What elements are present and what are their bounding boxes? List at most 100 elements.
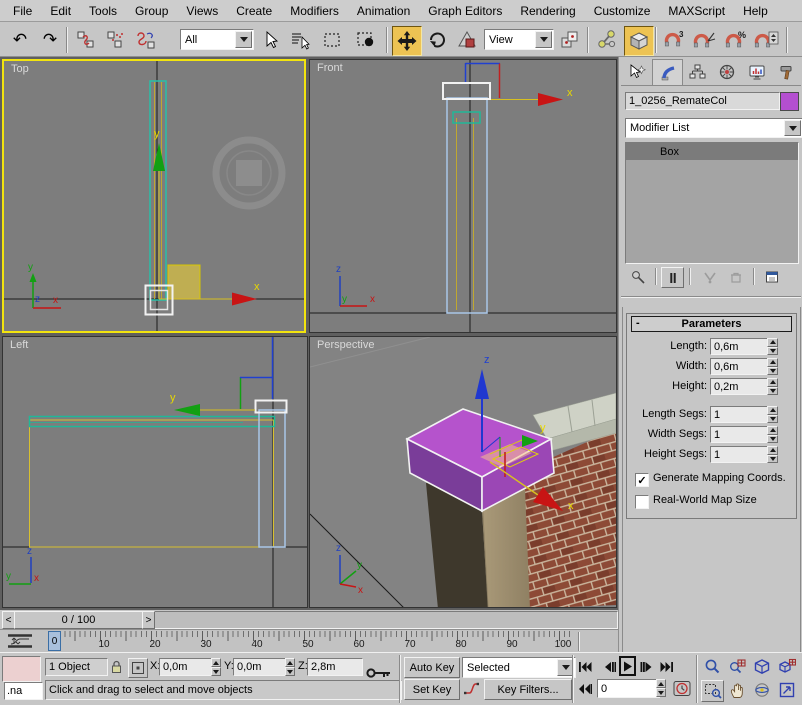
window-crossing-toggle-icon[interactable] [352, 26, 380, 54]
tab-motion[interactable] [712, 59, 741, 84]
rollout-collapse-icon[interactable]: - [636, 317, 640, 329]
go-to-end-icon[interactable] [658, 657, 676, 676]
menu-help[interactable]: Help [734, 2, 777, 20]
move-gizmo-front[interactable]: x [491, 87, 573, 106]
y-coordinate-field[interactable]: 0,0m [233, 658, 289, 676]
object-color-swatch[interactable] [780, 92, 799, 111]
top-viewport-canvas[interactable]: y x y z x [4, 61, 304, 331]
absolute-mode-transform-icon[interactable] [128, 658, 148, 678]
set-key-button[interactable]: Set Key [404, 679, 460, 700]
current-frame-marker[interactable]: 0 [48, 631, 61, 651]
spinner-snap-toggle-icon[interactable] [752, 26, 780, 54]
x-coordinate-field[interactable]: 0,0m [159, 658, 215, 676]
pan-view-icon[interactable] [726, 680, 747, 700]
tab-utilities[interactable] [772, 59, 801, 84]
front-viewport-canvas[interactable]: x z y x [310, 60, 616, 332]
chevron-down-icon[interactable] [235, 31, 252, 48]
width-spinner[interactable] [767, 358, 778, 375]
object-name-field[interactable]: 1_0256_RemateCol [625, 92, 780, 110]
length-field[interactable]: 0,6m [710, 338, 769, 355]
menu-create[interactable]: Create [227, 2, 281, 20]
track-bar[interactable]: 0 10 20 30 40 50 60 70 80 90 100 0 [0, 629, 618, 652]
select-and-scale-icon[interactable] [453, 26, 481, 54]
select-and-rotate-icon[interactable] [423, 26, 451, 54]
configure-modifier-sets-icon[interactable] [761, 267, 782, 286]
pin-stack-icon[interactable] [627, 267, 648, 286]
viewport-top[interactable]: y x y z x Top [2, 59, 306, 333]
menu-rendering[interactable]: Rendering [511, 2, 584, 20]
bind-to-space-warp-icon[interactable] [132, 26, 160, 54]
time-slider-handle[interactable]: 0 / 100 [14, 611, 143, 629]
height-field[interactable]: 0,2m [710, 378, 769, 395]
zoom-extents-all-icon[interactable] [776, 657, 797, 677]
percent-snap-toggle-icon[interactable]: % [722, 26, 750, 54]
left-viewport-canvas[interactable]: y z y x [3, 337, 307, 607]
viewport-perspective-label[interactable]: Perspective [317, 339, 374, 351]
go-to-start-icon[interactable] [576, 657, 594, 676]
reference-coordinate-dropdown[interactable]: View [484, 29, 554, 50]
menu-customize[interactable]: Customize [585, 2, 660, 20]
parameters-rollout-header[interactable]: - Parameters [631, 316, 792, 332]
menu-tools[interactable]: Tools [80, 2, 126, 20]
selection-set-dropdown[interactable]: Selected [462, 657, 576, 678]
undo-icon[interactable]: ↶ [6, 26, 34, 54]
height-segs-spinner[interactable] [767, 446, 778, 463]
selection-filter-dropdown[interactable]: All [180, 29, 254, 50]
select-and-manipulate-icon[interactable] [593, 26, 621, 54]
x-spinner[interactable] [211, 658, 221, 676]
perspective-viewport-canvas[interactable]: z y x z y x [310, 337, 616, 607]
redo-icon[interactable]: ↷ [36, 26, 64, 54]
tab-hierarchy[interactable] [682, 59, 711, 84]
key-filters-button[interactable]: Key Filters... [484, 679, 572, 700]
frame-spinner[interactable] [656, 679, 666, 697]
select-and-move-icon[interactable] [392, 26, 422, 56]
time-slider-next-button[interactable]: > [142, 611, 155, 629]
width-segs-spinner[interactable] [767, 426, 778, 443]
height-segs-field[interactable]: 1 [710, 446, 769, 463]
next-frame-icon[interactable] [638, 657, 655, 676]
select-by-name-icon[interactable] [286, 26, 314, 54]
zoom-region-icon[interactable] [701, 680, 724, 702]
length-spinner[interactable] [767, 338, 778, 355]
key-mode-toggle-icon[interactable] [576, 679, 594, 698]
zoom-icon[interactable] [701, 657, 722, 677]
menu-maxscript[interactable]: MAXScript [659, 2, 734, 20]
viewport-front-label[interactable]: Front [317, 62, 343, 74]
time-configuration-icon[interactable] [672, 679, 691, 698]
snap-toggle-3d-icon[interactable]: 3 [660, 26, 688, 54]
viewport-top-label[interactable]: Top [11, 63, 29, 75]
z-coordinate-field[interactable]: 2,8m [307, 658, 363, 676]
current-frame-field[interactable]: 0 [597, 679, 660, 698]
menu-graph-editors[interactable]: Graph Editors [419, 2, 511, 20]
generate-mapping-coords-checkbox[interactable]: ✓ [635, 473, 649, 487]
length-segs-field[interactable]: 1 [710, 406, 769, 423]
zoom-all-icon[interactable] [726, 657, 747, 677]
auto-key-button[interactable]: Auto Key [404, 657, 460, 678]
viewport-perspective[interactable]: z y x z y x Perspective [309, 336, 617, 608]
menu-edit[interactable]: Edit [41, 2, 80, 20]
height-spinner[interactable] [767, 378, 778, 395]
menu-modifiers[interactable]: Modifiers [281, 2, 348, 20]
tab-display[interactable] [742, 59, 771, 84]
menu-group[interactable]: Group [126, 2, 177, 20]
tab-modify[interactable] [652, 59, 683, 85]
width-segs-field[interactable]: 1 [710, 426, 769, 443]
move-gizmo-left[interactable]: y [170, 392, 255, 416]
arc-rotate-icon[interactable] [751, 680, 772, 700]
default-in-out-tangents-icon[interactable] [462, 679, 480, 698]
remove-modifier-icon[interactable] [725, 267, 746, 286]
unlink-selection-icon[interactable] [102, 26, 130, 54]
tab-create[interactable] [622, 59, 651, 84]
selection-lock-icon[interactable] [108, 658, 124, 676]
min-max-toggle-icon[interactable] [776, 680, 797, 700]
maxscript-listener-macro-line[interactable] [2, 656, 41, 682]
maxscript-listener-line[interactable]: .na [4, 682, 43, 700]
chevron-down-icon[interactable] [535, 31, 552, 48]
viewport-left[interactable]: y z y x Left [2, 336, 308, 608]
rectangular-selection-region-icon[interactable] [318, 26, 346, 54]
viewport-left-label[interactable]: Left [10, 339, 28, 351]
width-field[interactable]: 0,6m [710, 358, 769, 375]
menu-animation[interactable]: Animation [348, 2, 419, 20]
viewport-front[interactable]: x z y x Front [309, 59, 617, 333]
y-spinner[interactable] [285, 658, 295, 676]
